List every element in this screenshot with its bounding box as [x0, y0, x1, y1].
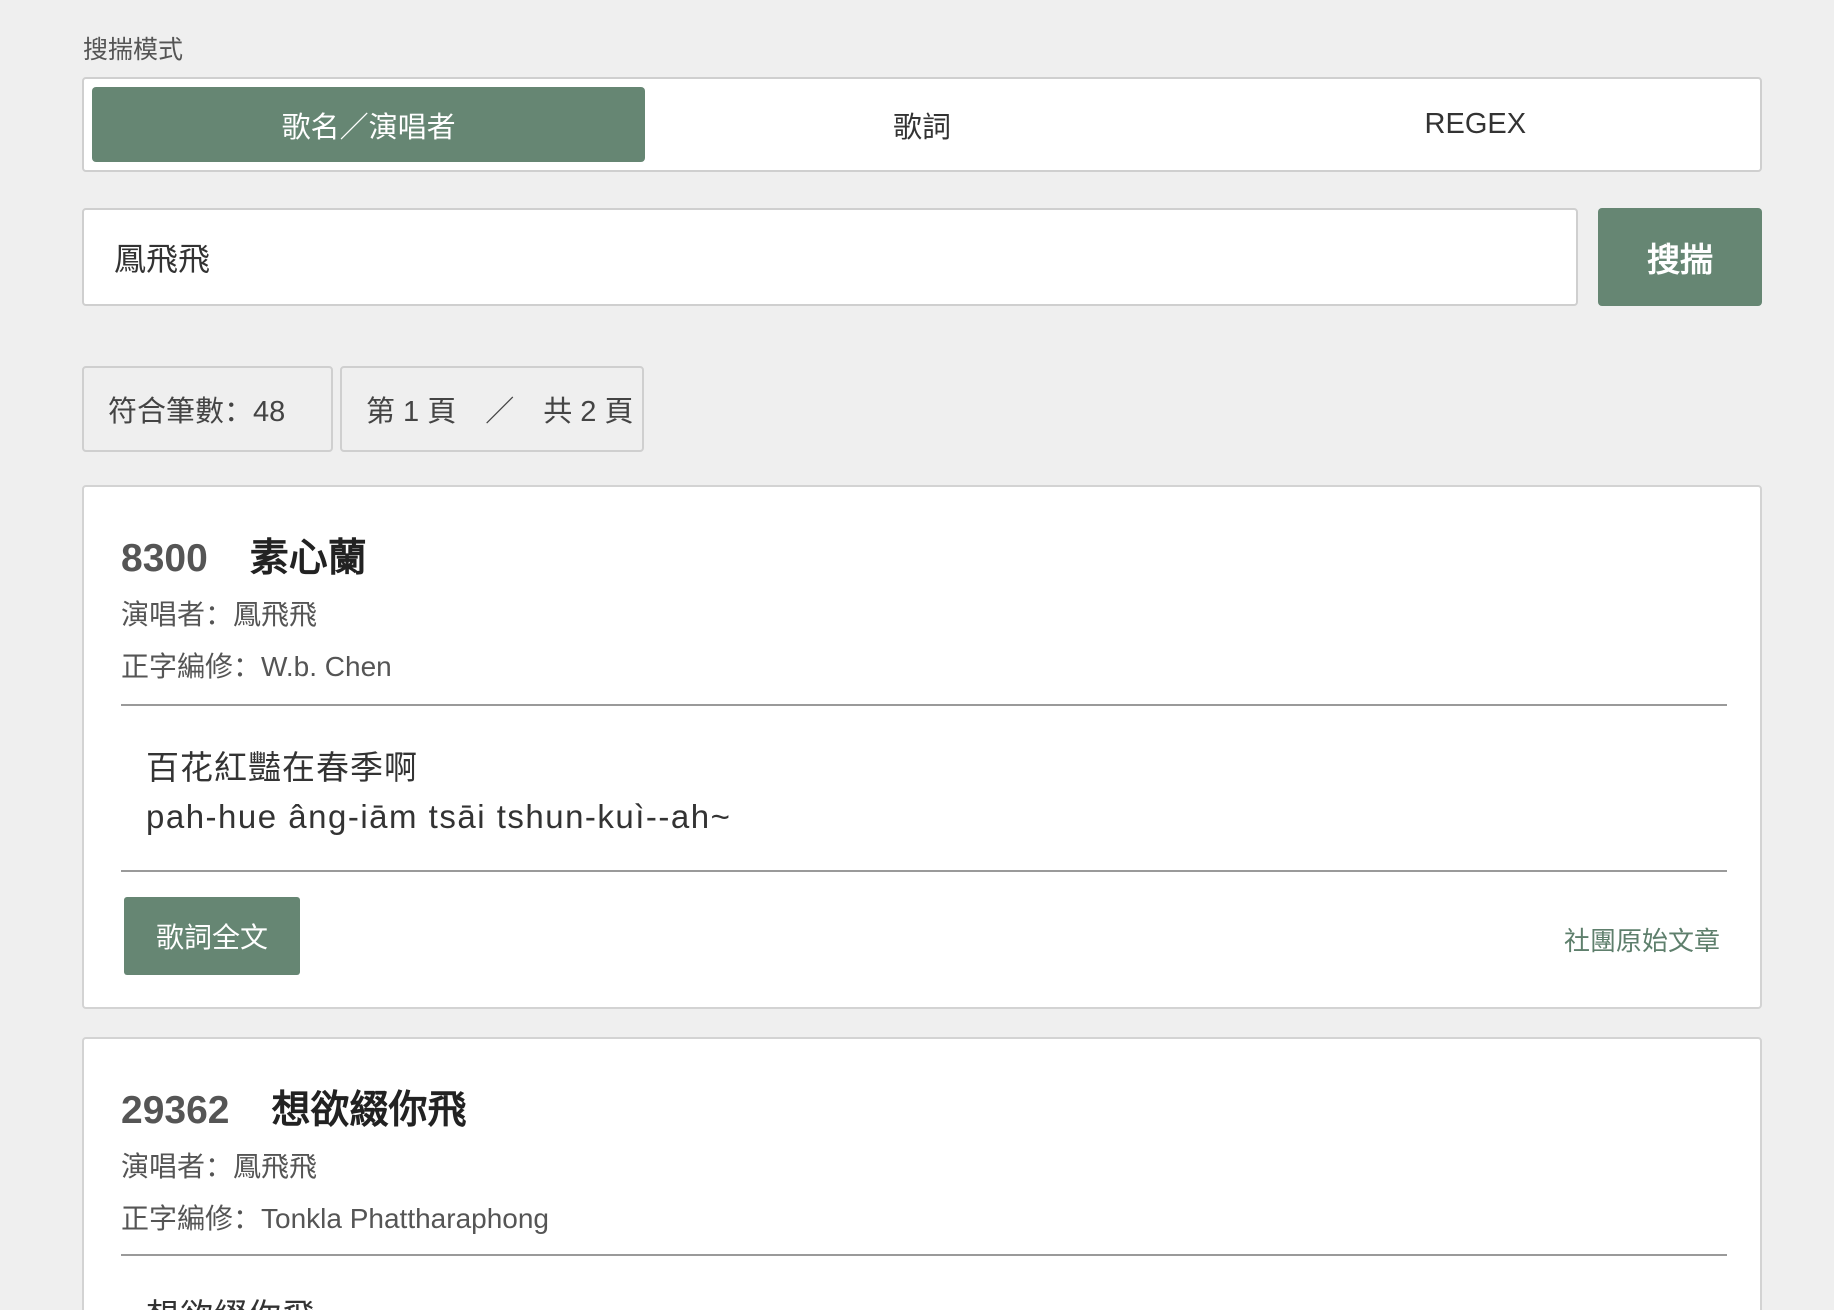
editor-info: 正字編修：Tonkla Phattharaphong: [121, 1203, 549, 1234]
song-title: 想欲綴你飛: [271, 1089, 467, 1132]
result-card: 8300 素心蘭 演唱者：鳳飛飛 正字編修：W.b. Chen 百花紅豔在春季啊 …: [82, 485, 1762, 1009]
search-page: 搜揣模式 歌名／演唱者 歌詞 REGEX 搜揣 符合筆數：48 第 1 頁 ／ …: [0, 0, 1834, 1310]
song-title: 素心蘭: [249, 537, 367, 580]
song-heading: 8300 素心蘭: [121, 527, 367, 583]
lyric-romanization: pah-hue âng-iām tsāi tshun-kuì--ah~: [146, 798, 732, 835]
original-post-link[interactable]: 社團原始文章: [1564, 921, 1720, 958]
page-indicator: 第 1 頁 ／ 共 2 頁: [340, 366, 644, 452]
song-id: 8300: [121, 537, 208, 580]
singer-info: 演唱者：鳳飛飛: [121, 599, 318, 630]
search-input[interactable]: [82, 208, 1578, 306]
song-id: 29362: [121, 1089, 230, 1132]
tab-lyrics[interactable]: 歌詞: [645, 87, 1198, 162]
divider: [121, 1254, 1727, 1256]
editor-info: 正字編修：W.b. Chen: [121, 651, 392, 682]
lyric-han: 百花紅豔在春季啊: [146, 749, 418, 786]
lyric-han: 想欲綴你飛: [146, 1289, 316, 1310]
tab-regex[interactable]: REGEX: [1199, 87, 1752, 162]
singer-info: 演唱者：鳳飛飛: [121, 1151, 318, 1182]
full-lyrics-button[interactable]: 歌詞全文: [124, 897, 300, 975]
divider: [121, 870, 1727, 872]
result-count: 符合筆數：48: [82, 366, 333, 452]
search-button[interactable]: 搜揣: [1598, 208, 1762, 306]
search-mode-label: 搜揣模式: [83, 36, 184, 64]
song-heading: 29362 想欲綴你飛: [121, 1079, 466, 1135]
divider: [121, 704, 1727, 706]
result-card: 29362 想欲綴你飛 演唱者：鳳飛飛 正字編修：Tonkla Phatthara…: [82, 1037, 1762, 1310]
search-mode-tabs: 歌名／演唱者 歌詞 REGEX: [82, 77, 1762, 172]
tab-title-singer[interactable]: 歌名／演唱者: [92, 87, 646, 162]
